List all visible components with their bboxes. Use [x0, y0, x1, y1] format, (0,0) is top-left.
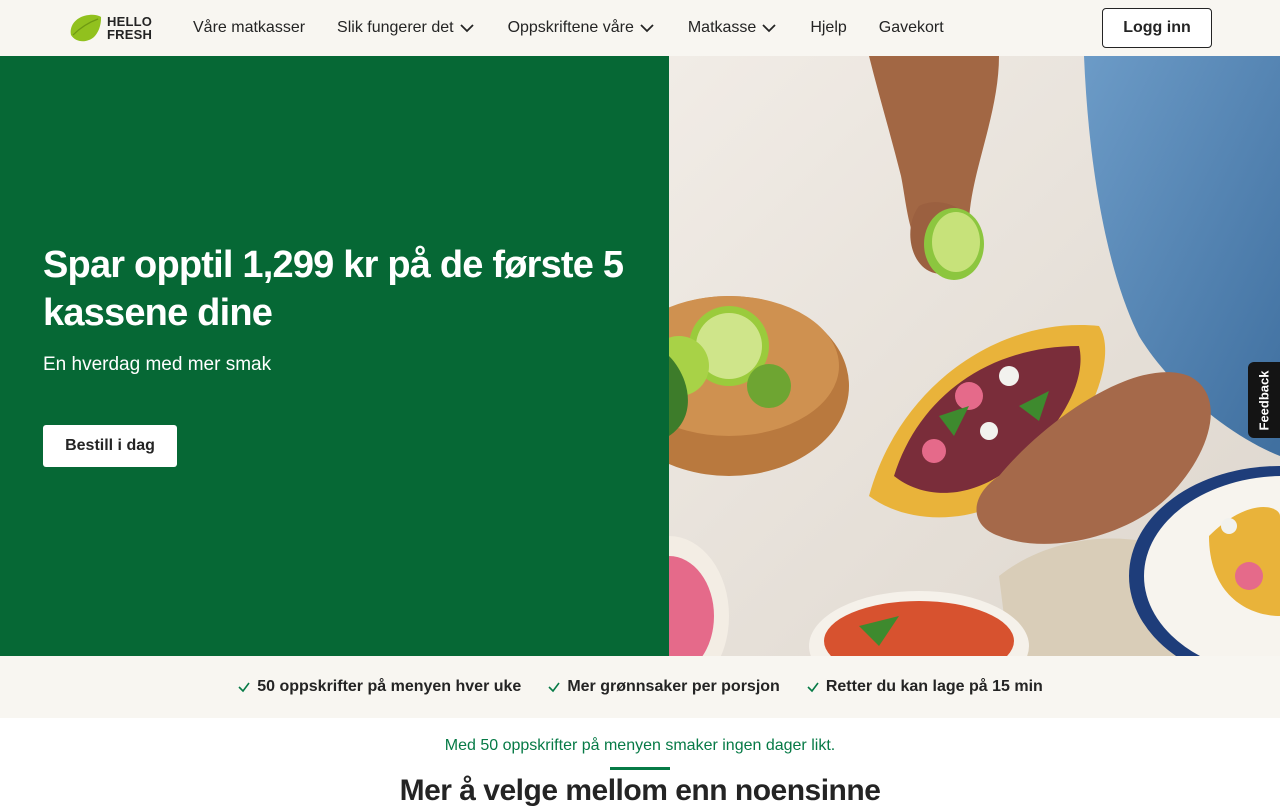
feedback-label: Feedback [1256, 370, 1272, 430]
login-button[interactable]: Logg inn [1102, 8, 1212, 48]
nav-label: Våre matkasser [193, 19, 306, 36]
nav-oppskriftene-vare[interactable]: Oppskriftene våre [508, 19, 656, 37]
check-icon [807, 682, 819, 693]
top-nav-bar: HELLO FRESH Våre matkasser Slik fungerer… [0, 0, 1280, 56]
nav-label: Gavekort [878, 19, 944, 36]
section-title: Mer å velge mellom enn noensinne [399, 774, 881, 807]
nav-label: Hjelp [810, 19, 847, 36]
usp-item: Mer grønnsaker per porsjon [547, 678, 780, 696]
tacos-photo [669, 56, 1280, 656]
nav-vare-matkasser[interactable]: Våre matkasser [193, 19, 305, 37]
check-icon [238, 682, 250, 693]
hero-title: Spar opptil 1,299 kr på de første 5 kass… [43, 244, 624, 334]
check-icon [548, 682, 560, 693]
section-divider [610, 767, 670, 770]
nav-label: Slik fungerer det [337, 19, 454, 36]
nav-slik-fungerer-det[interactable]: Slik fungerer det [337, 19, 476, 37]
nav-label: Matkasse [687, 19, 757, 36]
main-nav: Våre matkasser Slik fungerer det Oppskri… [193, 0, 976, 56]
nav-hjelp[interactable]: Hjelp [810, 19, 846, 37]
usp-label: Mer grønnsaker per porsjon [567, 678, 780, 695]
nav-label: Oppskriftene våre [507, 19, 634, 36]
usp-label: Retter du kan lage på 15 min [825, 678, 1043, 695]
order-today-button[interactable]: Bestill i dag [43, 425, 177, 467]
usp-bar: 50 oppskrifter på menyen hver uke Mer gr… [0, 656, 1280, 718]
usp-item: Retter du kan lage på 15 min [806, 678, 1043, 696]
hellofresh-logo[interactable]: HELLO FRESH [67, 12, 163, 44]
nav-gavekort[interactable]: Gavekort [879, 19, 944, 37]
hero-subtitle: En hverdag med mer smak [43, 354, 272, 375]
chevron-down-icon [640, 24, 654, 33]
usp-item: 50 oppskrifter på menyen hver uke [237, 678, 521, 696]
chevron-down-icon [459, 24, 474, 33]
hero-image [669, 56, 1280, 656]
section-tagline: Med 50 oppskrifter på menyen smaker inge… [444, 737, 836, 754]
feedback-tab[interactable]: Feedback [1248, 362, 1280, 438]
logo-wordmark: HELLO FRESH [107, 14, 153, 42]
nav-matkasse[interactable]: Matkasse [688, 19, 778, 37]
chevron-down-icon [762, 24, 776, 33]
usp-label: 50 oppskrifter på menyen hver uke [257, 678, 522, 695]
lime-icon [70, 14, 102, 42]
